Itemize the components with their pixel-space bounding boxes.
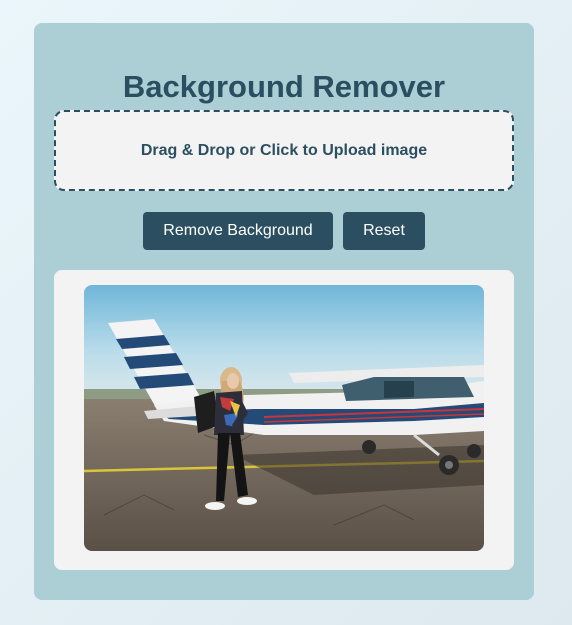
upload-label: Drag & Drop or Click to Upload image [140,141,428,159]
preview-image [84,285,484,551]
page-title: Background Remover [122,69,446,104]
remove-background-button[interactable]: Remove Background [143,212,333,250]
image-preview-panel [54,270,514,570]
upload-dropzone[interactable]: Drag & Drop or Click to Upload image [54,110,514,191]
reset-button[interactable]: Reset [343,212,425,250]
app-card: Background Remover Drag & Drop or Click … [34,23,534,600]
